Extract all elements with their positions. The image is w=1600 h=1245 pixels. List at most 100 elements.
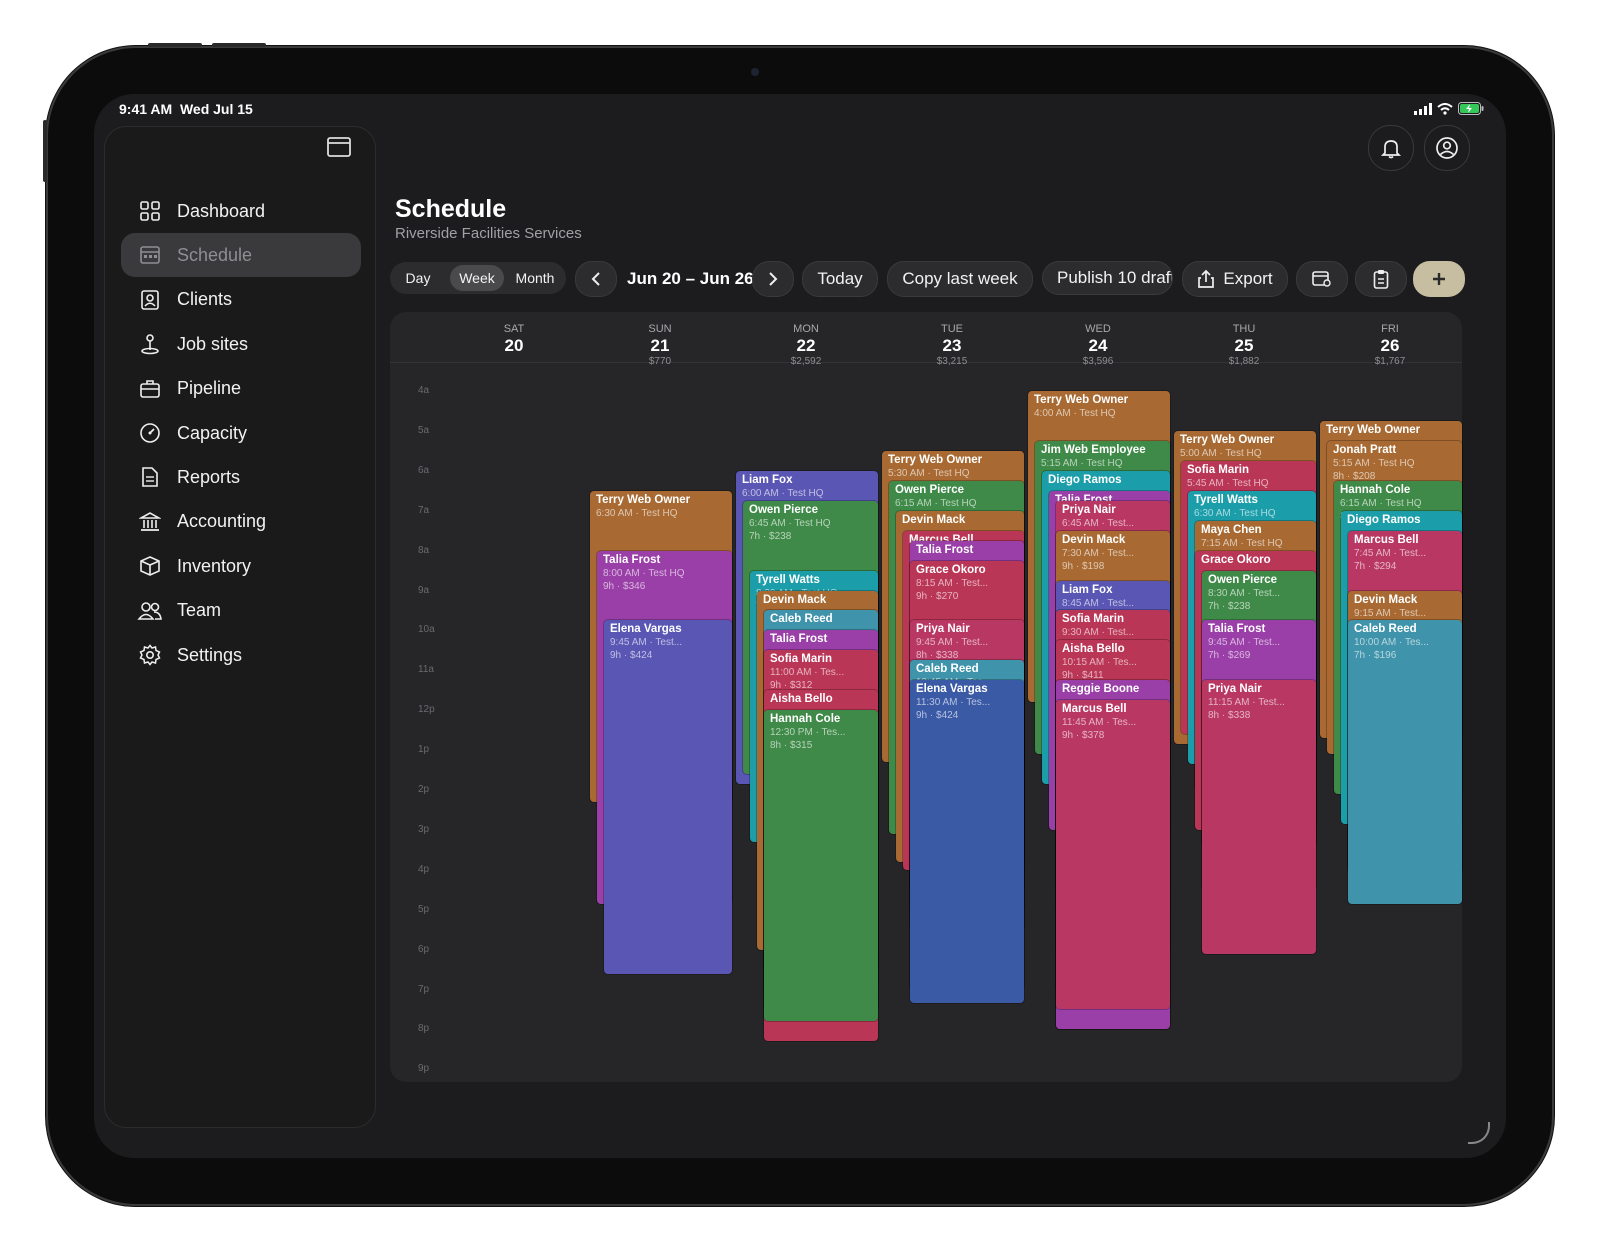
- today-button[interactable]: Today: [802, 261, 878, 297]
- shift-time-location: 6:45 AM · Test...: [1062, 517, 1135, 529]
- day-name: SAT: [503, 323, 525, 335]
- hour-label: 5p: [418, 903, 430, 915]
- calendar-gear-icon: [1312, 271, 1331, 287]
- shift-block[interactable]: Caleb Reed 10:00 AM · Tes... 7h · $196: [1348, 620, 1462, 904]
- shift-block[interactable]: Marcus Bell 11:45 AM · Tes... 9h · $378: [1056, 700, 1170, 1010]
- day-total: $3,215: [936, 356, 968, 367]
- shift-employee-name: Caleb Reed: [770, 613, 833, 626]
- notifications-button[interactable]: [1368, 125, 1414, 171]
- shift-block[interactable]: Elena Vargas 11:30 AM · Tes... 9h · $424: [910, 680, 1024, 1004]
- shift-time-location: 11:30 AM · Tes...: [916, 697, 991, 709]
- resize-handle[interactable]: [1468, 1122, 1490, 1144]
- shift-employee-name: Tyrell Watts: [1194, 493, 1258, 506]
- day-header[interactable]: FRI 26 $1,767: [1317, 312, 1463, 367]
- day-header[interactable]: SUN 21 $770: [587, 312, 733, 367]
- sidebar-toggle-button[interactable]: [327, 137, 351, 157]
- shift-hours-pay: 9h · $346: [603, 580, 646, 592]
- day-header[interactable]: MON 22 $2,592: [733, 312, 879, 367]
- sidebar-item-label: Settings: [177, 644, 243, 665]
- hour-label: 11a: [418, 664, 434, 676]
- clipboard-button[interactable]: [1355, 261, 1407, 297]
- shift-time-location: 6:15 AM · Test HQ: [895, 497, 977, 509]
- day-name: MON: [793, 323, 819, 335]
- shift-employee-name: Hannah Cole: [1340, 483, 1411, 496]
- sidebar-item-job-sites[interactable]: Job sites: [121, 322, 361, 366]
- sidebar-item-capacity[interactable]: Capacity: [121, 411, 361, 455]
- sidebar-item-pipeline[interactable]: Pipeline: [121, 367, 361, 411]
- view-day-button[interactable]: Day: [394, 265, 442, 291]
- shift-time-location: 9:45 AM · Test...: [1208, 637, 1281, 649]
- sidebar-item-clients[interactable]: Clients: [121, 278, 361, 322]
- shift-employee-name: Devin Mack: [1354, 593, 1418, 606]
- shift-time-location: 6:45 AM · Test HQ: [749, 517, 831, 529]
- shift-employee-name: Tyrell Watts: [756, 573, 820, 586]
- shift-time-location: 9:45 AM · Test...: [610, 637, 683, 649]
- shift-time-location: 10:00 AM · Tes...: [1354, 637, 1429, 649]
- sidebar-item-label: Inventory: [177, 555, 252, 576]
- profile-button[interactable]: [1424, 125, 1470, 171]
- shift-time-location: 5:15 AM · Test HQ: [1333, 457, 1415, 469]
- day-header[interactable]: TUE 23 $3,215: [879, 312, 1025, 367]
- day-name: WED: [1085, 323, 1111, 335]
- day-total: $770: [648, 356, 672, 367]
- week-calendar: 4a 5a 6a 7a 8a 9a 10a 11a 12p 1p 2p 3p 4p 5p 6p 7p 8p 9p S…: [390, 312, 1462, 1082]
- day-name: SUN: [648, 323, 672, 335]
- shift-time-location: 9:15 AM · Test...: [1354, 607, 1427, 619]
- sidebar-item-schedule[interactable]: Schedule: [121, 233, 361, 278]
- view-week-button[interactable]: Week: [450, 265, 504, 291]
- export-button[interactable]: Export: [1182, 261, 1288, 297]
- sidebar-item-team[interactable]: Team: [121, 589, 361, 633]
- day-total: $2,592: [790, 356, 822, 367]
- shift-time-location: 8:45 AM · Test...: [1062, 597, 1135, 609]
- shift-hours-pay: 7h · $238: [749, 530, 792, 542]
- add-shift-button[interactable]: [1413, 261, 1465, 297]
- publish-drafts-button[interactable]: Publish 10 drafts: [1042, 261, 1173, 295]
- hour-label: 6a: [418, 464, 430, 476]
- shift-time-location: 7:15 AM · Test HQ: [1201, 537, 1283, 549]
- shift-employee-name: Talia Frost: [770, 633, 828, 646]
- day-header[interactable]: SAT 20: [441, 312, 587, 356]
- shift-hours-pay: 7h · $294: [1354, 560, 1397, 572]
- shift-employee-name: Diego Ramos: [1347, 513, 1421, 526]
- shift-employee-name: Priya Nair: [1062, 503, 1116, 516]
- shift-time-location: 8:00 AM · Test HQ: [603, 567, 685, 579]
- copy-last-week-button[interactable]: Copy last week: [887, 261, 1033, 297]
- shift-employee-name: Terry Web Owner: [888, 453, 983, 466]
- view-month-button[interactable]: Month: [508, 265, 562, 291]
- day-total: $1,767: [1374, 356, 1406, 367]
- page-title: Schedule: [395, 195, 507, 223]
- calendar-settings-button[interactable]: [1296, 261, 1348, 297]
- sidebar-item-inventory[interactable]: Inventory: [121, 544, 361, 588]
- sidebar-item-settings[interactable]: Settings: [121, 633, 361, 677]
- next-week-button[interactable]: [752, 261, 794, 297]
- day-header[interactable]: WED 24 $3,596: [1025, 312, 1171, 367]
- shift-block[interactable]: Elena Vargas 9:45 AM · Test... 9h · $424: [604, 620, 732, 974]
- sidebar-item-dashboard[interactable]: Dashboard: [121, 189, 361, 233]
- shift-employee-name: Owen Pierce: [749, 503, 819, 516]
- export-label: Export: [1223, 269, 1273, 288]
- day-total: $3,596: [1082, 356, 1114, 367]
- shift-employee-name: Sofia Marin: [1187, 463, 1249, 476]
- shift-time-location: 5:30 AM · Test HQ: [888, 467, 970, 479]
- status-time: 9:41 AM Wed Jul 15: [119, 101, 253, 117]
- shift-employee-name: Jim Web Employee: [1041, 443, 1146, 456]
- shift-employee-name: Maya Chen: [1201, 523, 1262, 536]
- day-date: 26: [1380, 336, 1400, 355]
- sidebar-item-accounting[interactable]: Accounting: [121, 500, 361, 544]
- sidebar-item-reports[interactable]: Reports: [121, 455, 361, 499]
- hour-label: 8p: [418, 1023, 430, 1035]
- previous-week-button[interactable]: [575, 261, 617, 297]
- shift-employee-name: Liam Fox: [742, 473, 793, 486]
- shift-block[interactable]: Hannah Cole 12:30 PM · Tes... 8h · $315: [764, 710, 878, 1022]
- shift-block[interactable]: Priya Nair 11:15 AM · Test... 8h · $338: [1202, 680, 1316, 954]
- shift-hours-pay: 9h · $378: [1062, 730, 1105, 742]
- day-header[interactable]: THU 25 $1,882: [1171, 312, 1317, 367]
- shift-hours-pay: 9h · $424: [610, 650, 653, 662]
- shift-hours-pay: 9h · $424: [916, 710, 959, 722]
- shift-employee-name: Devin Mack: [763, 593, 827, 606]
- shift-time-location: 11:00 AM · Tes...: [770, 667, 845, 679]
- shift-employee-name: Talia Frost: [603, 553, 661, 566]
- shift-employee-name: Grace Okoro: [916, 563, 986, 576]
- shift-employee-name: Devin Mack: [902, 513, 966, 526]
- shift-time-location: 7:45 AM · Test...: [1354, 547, 1427, 559]
